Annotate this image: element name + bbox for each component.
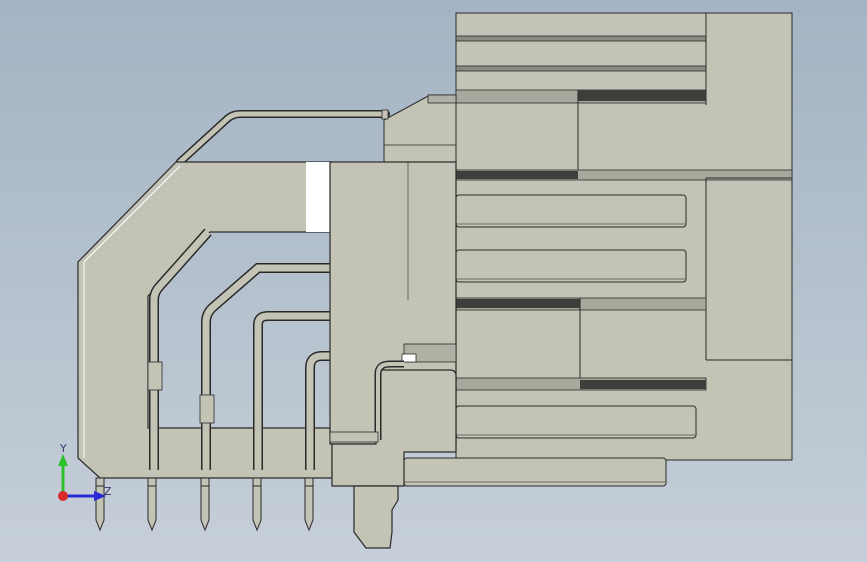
mounting-peg [353,485,399,549]
right-housing [403,12,793,487]
triad-z-label: Z [104,485,112,498]
graphics-viewport[interactable]: Y Z [0,0,867,562]
pin-tails [95,477,314,532]
connector-model[interactable] [0,0,867,562]
outer-wire [176,109,390,166]
triad-y-label: Y [60,442,67,455]
upper-latch [383,94,457,163]
triad-x-axis [58,491,68,501]
